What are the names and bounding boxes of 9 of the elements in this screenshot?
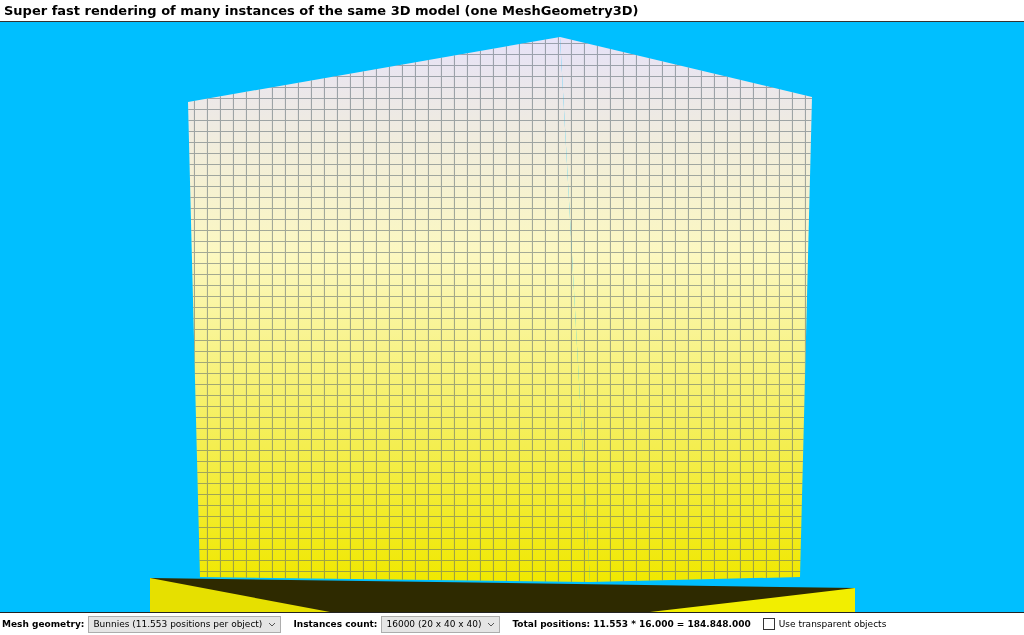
instances-count-label: Instances count:	[293, 619, 378, 629]
transparent-checkbox[interactable]	[762, 618, 775, 630]
total-positions-text: Total positions: 11.553 * 16.000 = 184.848.000	[512, 619, 751, 629]
mesh-geometry-dropdown[interactable]: Bunnies (11.553 positions per object)	[88, 615, 282, 633]
mesh-geometry-label: Mesh geometry:	[2, 619, 85, 629]
instances-count-dropdown[interactable]: 16000 (20 x 40 x 40)	[381, 615, 501, 633]
caret-icon	[268, 621, 277, 627]
transparent-checkbox-label[interactable]: Use transparent objects	[778, 619, 887, 629]
caret-icon	[487, 621, 496, 627]
